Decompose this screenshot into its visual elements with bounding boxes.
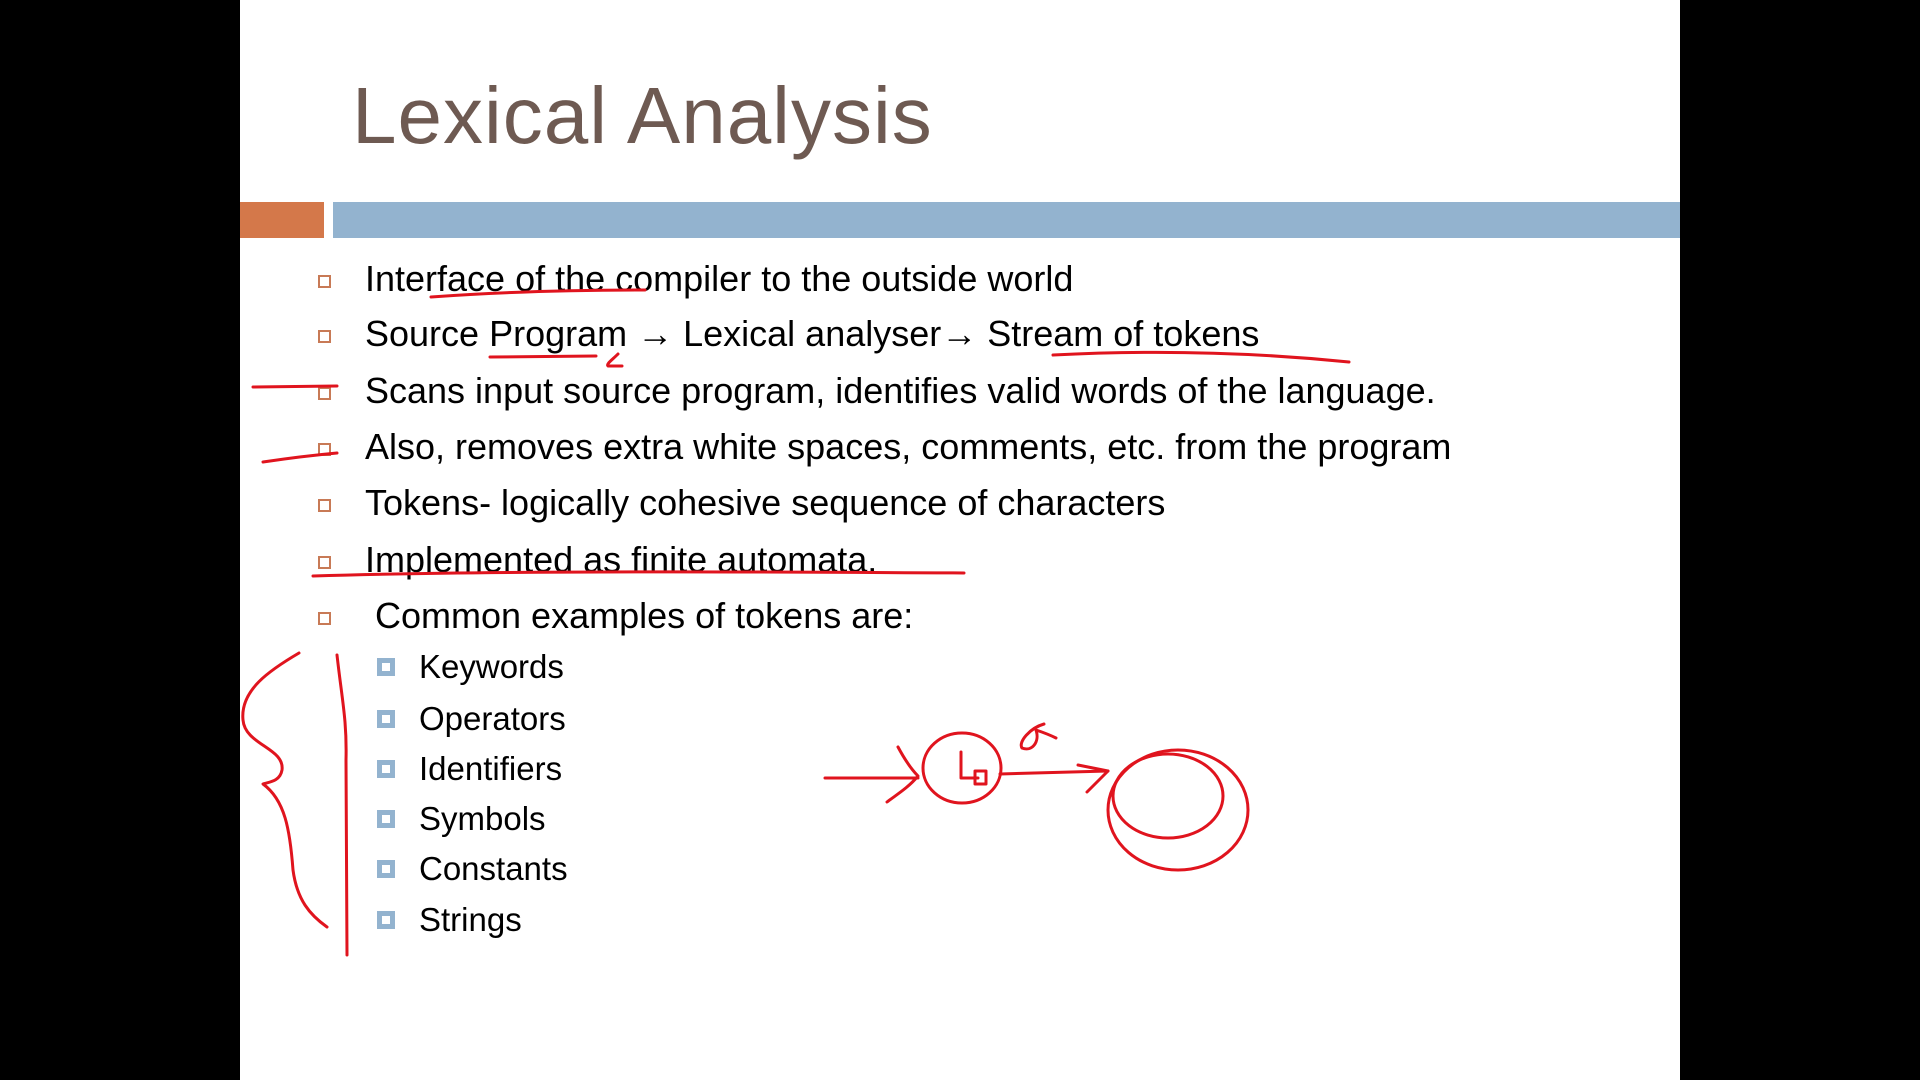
- bullet-item: Implemented as finite automata.: [318, 538, 877, 582]
- bullet-text: Implemented as finite automata.: [365, 539, 878, 580]
- sub-bullet-square-icon: [377, 760, 395, 778]
- bullet-text: Tokens- logically cohesive sequence of c…: [365, 482, 1166, 523]
- sub-bullet-square-icon: [377, 860, 395, 878]
- bullet-item: Tokens- logically cohesive sequence of c…: [318, 481, 1165, 525]
- sub-bullet-text: Identifiers: [419, 750, 563, 787]
- sub-bullet-text: Constants: [419, 850, 568, 887]
- bullet-square-icon: [318, 274, 331, 288]
- bullet-square-icon: [318, 329, 331, 343]
- bullet-text: Source Program → Lexical analyser→ Strea…: [365, 313, 1260, 354]
- sub-bullet-item: Constants: [377, 849, 568, 889]
- bullet-text: Interface of the compiler to the outside…: [365, 258, 1074, 299]
- accent-bar-blue: [333, 202, 1680, 238]
- sub-bullet-item: Keywords: [377, 647, 564, 687]
- bullet-item: Common examples of tokens are:: [318, 594, 913, 638]
- bullet-item: Interface of the compiler to the outside…: [318, 257, 1073, 301]
- bullet-square-icon: [318, 611, 331, 625]
- sub-bullet-item: Symbols: [377, 799, 546, 839]
- bullet-square-icon: [318, 498, 331, 512]
- sub-bullet-text: Strings: [419, 901, 522, 938]
- bullet-square-icon: [318, 442, 331, 456]
- bullet-text: Common examples of tokens are:: [365, 595, 914, 636]
- sub-bullet-text: Keywords: [419, 648, 564, 685]
- slide-title: Lexical Analysis: [352, 71, 933, 160]
- bullet-square-icon: [318, 386, 331, 400]
- bullet-item: Scans input source program, identifies v…: [318, 369, 1436, 413]
- bullet-text: Also, removes extra white spaces, commen…: [365, 426, 1452, 467]
- bullet-square-icon: [318, 555, 331, 569]
- sub-bullet-text: Operators: [419, 700, 566, 737]
- sub-bullet-square-icon: [377, 911, 395, 929]
- bullet-text: Scans input source program, identifies v…: [365, 370, 1436, 411]
- sub-bullet-item: Operators: [377, 699, 566, 739]
- accent-bar-orange: [240, 202, 324, 238]
- sub-bullet-item: Identifiers: [377, 749, 562, 789]
- sub-bullet-text: Symbols: [419, 800, 546, 837]
- sub-bullet-square-icon: [377, 658, 395, 676]
- sub-bullet-square-icon: [377, 710, 395, 728]
- sub-bullet-item: Strings: [377, 900, 522, 940]
- sub-bullet-square-icon: [377, 810, 395, 828]
- bullet-item: Also, removes extra white spaces, commen…: [318, 425, 1451, 469]
- bullet-item: Source Program → Lexical analyser→ Strea…: [318, 312, 1259, 356]
